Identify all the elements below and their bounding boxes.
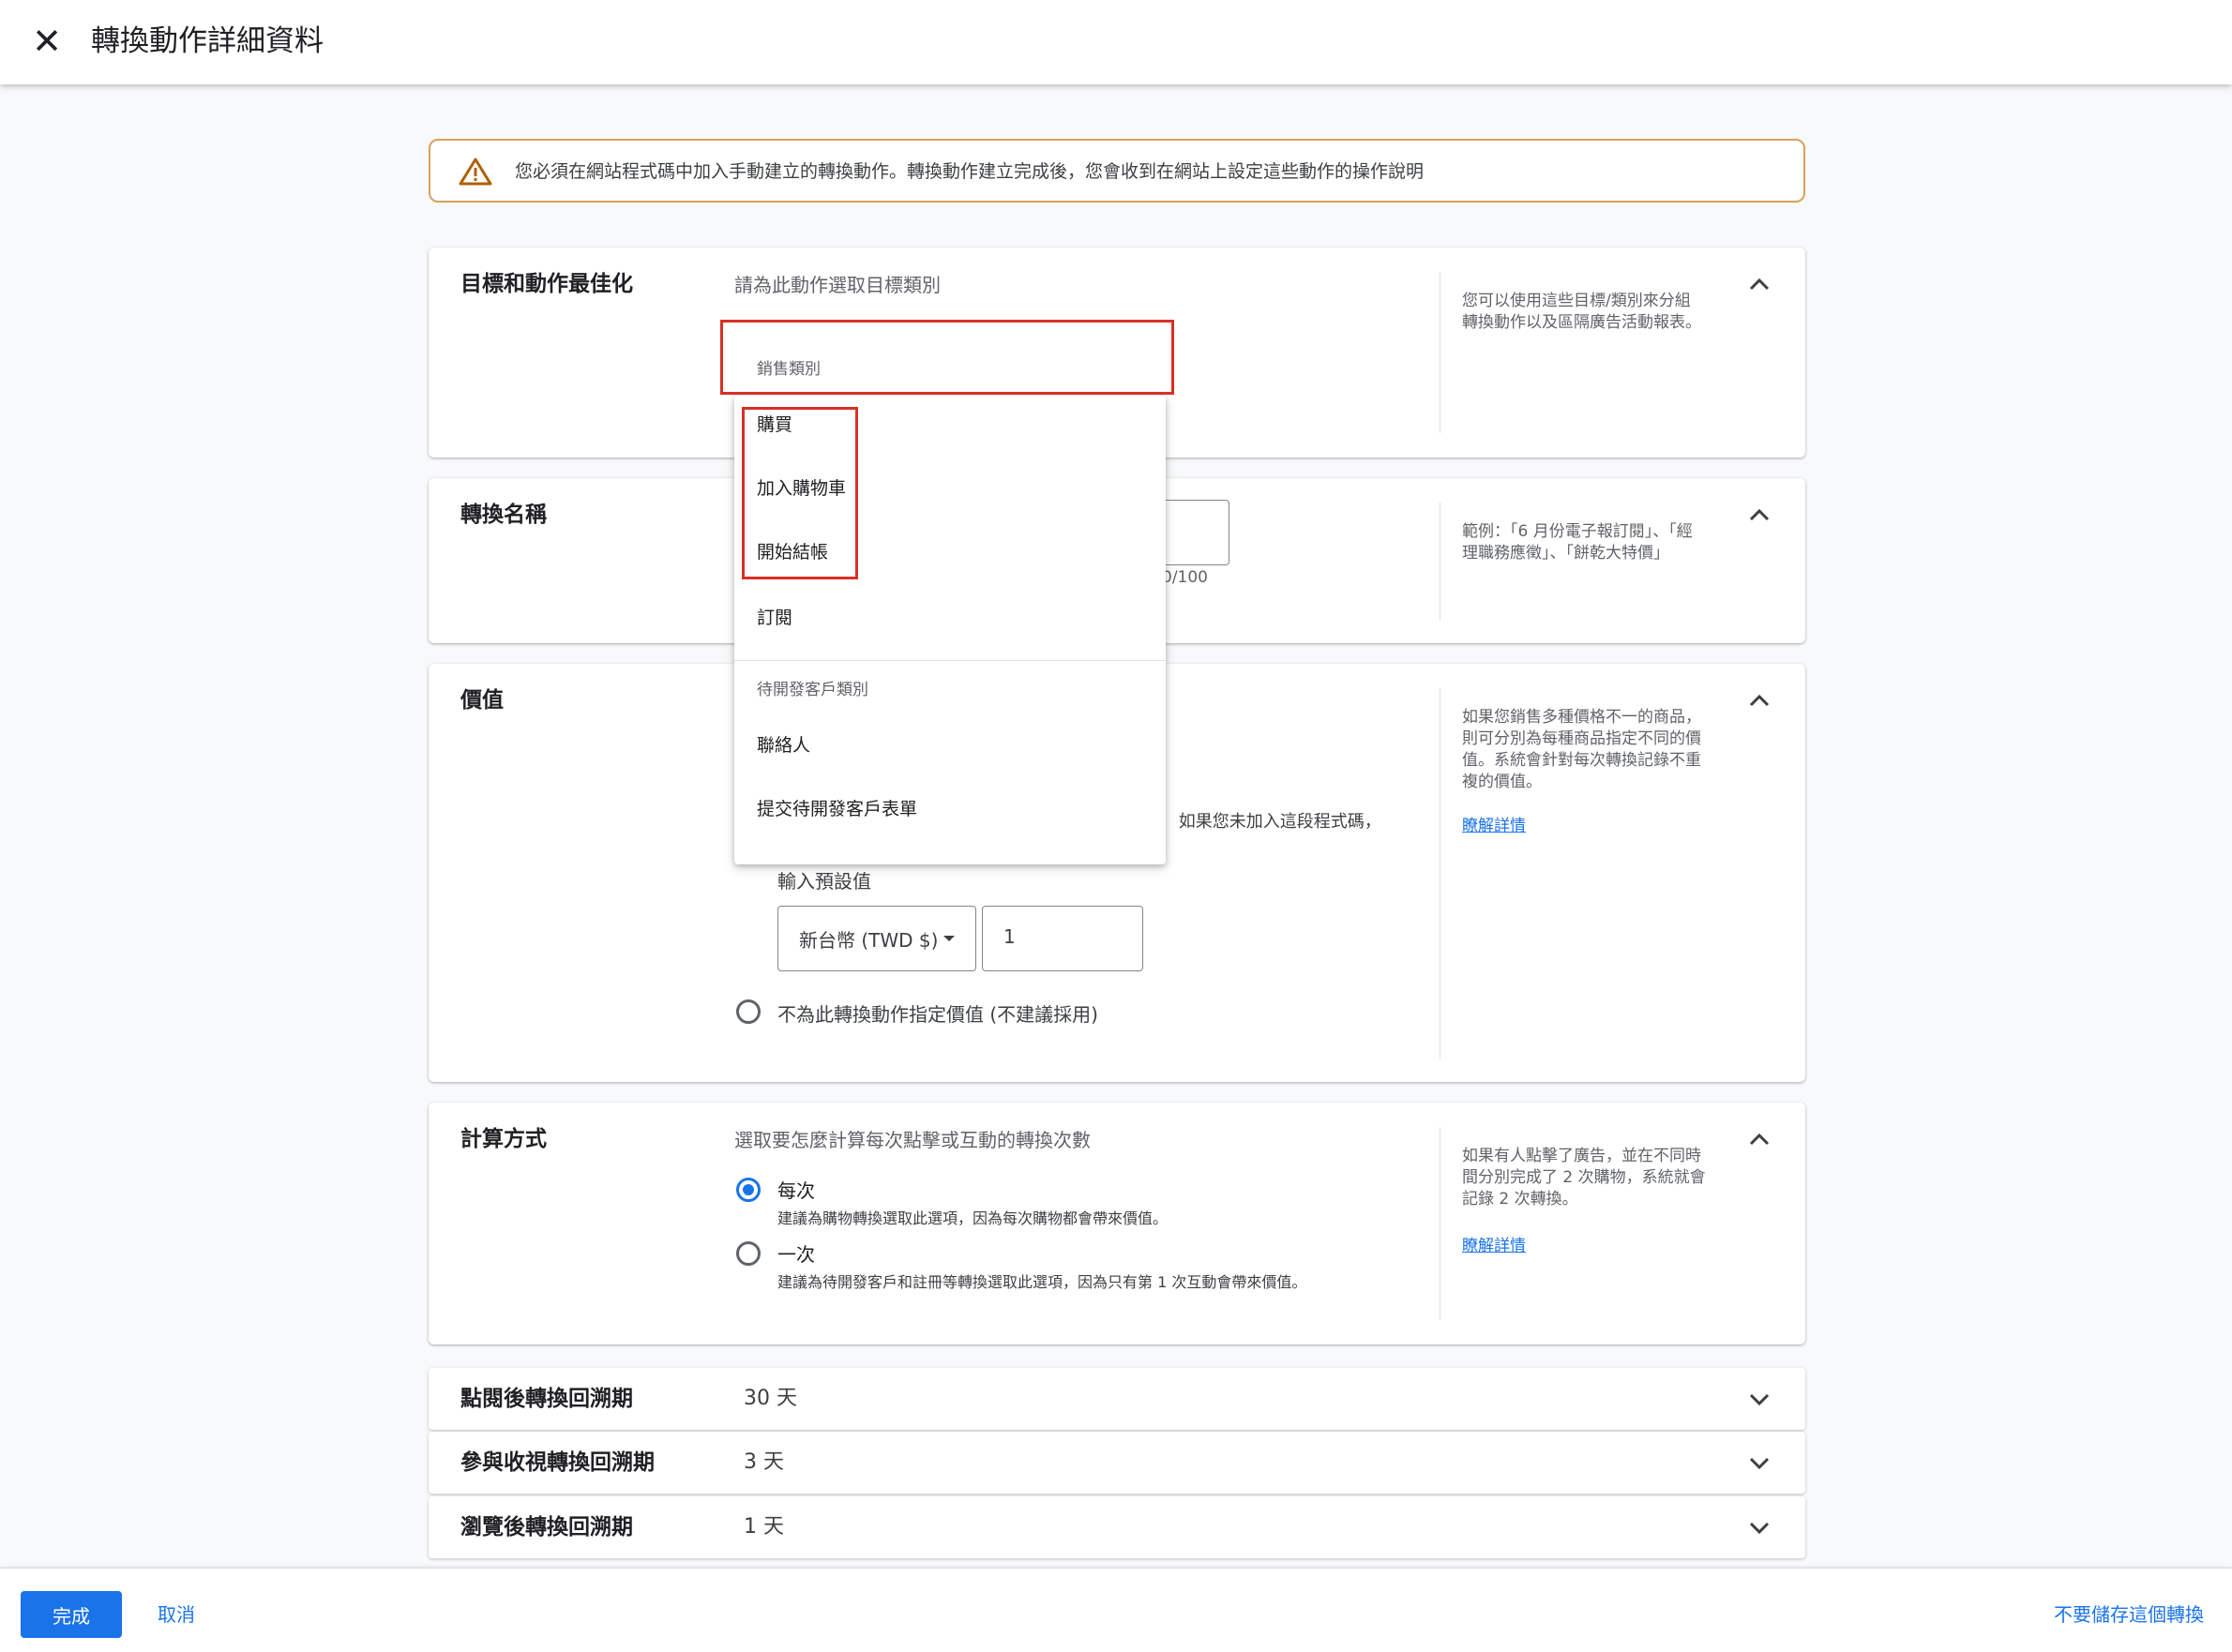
chevron-down-icon[interactable] xyxy=(1743,1511,1775,1543)
leads-category-header: 待開發客戶類別 xyxy=(757,681,868,699)
warning-text: 您必須在網站程式碼中加入手動建立的轉換動作。轉換動作建立完成後，您會收到在網站上… xyxy=(515,161,1425,182)
chevron-up-icon[interactable] xyxy=(1743,1123,1775,1155)
window-value: 30 天 xyxy=(744,1387,797,1410)
warning-icon xyxy=(459,158,492,186)
discard-conversion-button[interactable]: 不要儲存這個轉換 xyxy=(2054,1601,2204,1628)
window-value: 1 天 xyxy=(744,1515,784,1539)
default-value-label: 輸入預設值 xyxy=(777,870,871,893)
chevron-up-icon[interactable] xyxy=(1743,684,1775,716)
default-value-amount: 1 xyxy=(1003,925,1016,948)
value-partial-text: 。 如果您未加入這段程式碼， xyxy=(1156,812,1381,832)
counting-learn-more-link[interactable]: 瞭解詳情 xyxy=(1462,1232,1526,1255)
menu-item-submit-lead-form[interactable]: 提交待開發客戶表單 xyxy=(757,797,917,821)
window-label: 瀏覽後轉換回溯期 xyxy=(460,1515,633,1539)
engaged-view-window-row[interactable]: 參與收視轉換回溯期 3 天 xyxy=(429,1432,1805,1494)
chevron-up-icon[interactable] xyxy=(1743,268,1775,300)
chevron-down-icon[interactable] xyxy=(1743,1447,1775,1479)
goal-label: 目標和動作最佳化 xyxy=(460,272,633,296)
close-icon[interactable]: ✕ xyxy=(28,21,66,62)
currency-select[interactable]: 新台幣 (TWD $) xyxy=(777,906,976,971)
one-radio[interactable] xyxy=(736,1241,761,1266)
window-label: 點閱後轉換回溯期 xyxy=(460,1387,633,1411)
page-title: 轉換動作詳細資料 xyxy=(91,24,324,58)
menu-item-subscribe[interactable]: 訂閱 xyxy=(757,606,792,630)
every-label: 每次 xyxy=(777,1179,815,1202)
name-counter: 0/100 xyxy=(1162,568,1208,587)
menu-item-contact[interactable]: 聯絡人 xyxy=(757,733,810,758)
no-value-radio[interactable] xyxy=(736,999,761,1024)
chevron-up-icon[interactable] xyxy=(1743,499,1775,531)
every-radio[interactable] xyxy=(736,1178,761,1202)
value-help: 如果您銷售多種價格不一的商品，則可分別為每種商品指定不同的價值。系統會針對每次轉… xyxy=(1462,708,1701,791)
name-help: 範例：「6 月份電子報訂閱」、「經理職務應徵」、「餅乾大特價」 xyxy=(1462,522,1693,563)
view-through-window-row[interactable]: 瀏覽後轉換回溯期 1 天 xyxy=(429,1496,1805,1558)
default-value-input[interactable]: 1 xyxy=(982,906,1143,971)
goal-prompt: 請為此動作選取目標類別 xyxy=(734,274,941,296)
one-desc: 建議為待開發客戶和註冊等轉換選取此選項，因為只有第 1 次互動會帶來價值。 xyxy=(777,1273,1307,1291)
done-button[interactable]: 完成 xyxy=(21,1591,122,1638)
warning-banner: 您必須在網站程式碼中加入手動建立的轉換動作。轉換動作建立完成後，您會收到在網站上… xyxy=(429,139,1805,203)
no-value-label: 不為此轉換動作指定價值 (不建議採用) xyxy=(777,1003,1098,1026)
counting-card: 計算方式 選取要怎麼計算每次點擊或互動的轉換次數 每次 建議為購物轉換選取此選項… xyxy=(429,1103,1805,1344)
name-label: 轉換名稱 xyxy=(460,503,547,527)
bottom-bar: 完成 取消 不要儲存這個轉換 xyxy=(0,1568,2232,1652)
window-value: 3 天 xyxy=(744,1450,784,1474)
chevron-down-icon[interactable] xyxy=(1743,1383,1775,1415)
dropdown-arrow-icon xyxy=(943,936,955,941)
currency-value: 新台幣 (TWD $) xyxy=(799,929,939,952)
window-label: 參與收視轉換回溯期 xyxy=(460,1450,655,1475)
every-desc: 建議為購物轉換選取此選項，因為每次購物都會帶來價值。 xyxy=(777,1209,1169,1227)
highlight-menu-items xyxy=(742,407,858,579)
cancel-button[interactable]: 取消 xyxy=(158,1601,195,1628)
value-learn-more-link[interactable]: 瞭解詳情 xyxy=(1462,812,1526,835)
goal-help: 您可以使用這些目標/類別來分組轉換動作以及區隔廣告活動報表。 xyxy=(1462,292,1701,332)
value-label: 價值 xyxy=(460,688,504,713)
top-bar: ✕ 轉換動作詳細資料 xyxy=(0,0,2232,84)
counting-help: 如果有人點擊了廣告，並在不同時間分別完成了 2 次購物，系統就會記錄 2 次轉換… xyxy=(1462,1147,1706,1209)
click-through-window-row[interactable]: 點閱後轉換回溯期 30 天 xyxy=(429,1368,1805,1430)
counting-prompt: 選取要怎麼計算每次點擊或互動的轉換次數 xyxy=(734,1129,1091,1151)
highlight-select-box xyxy=(720,320,1174,395)
one-label: 一次 xyxy=(777,1243,815,1266)
counting-label: 計算方式 xyxy=(460,1127,547,1151)
menu-divider xyxy=(734,660,1166,661)
